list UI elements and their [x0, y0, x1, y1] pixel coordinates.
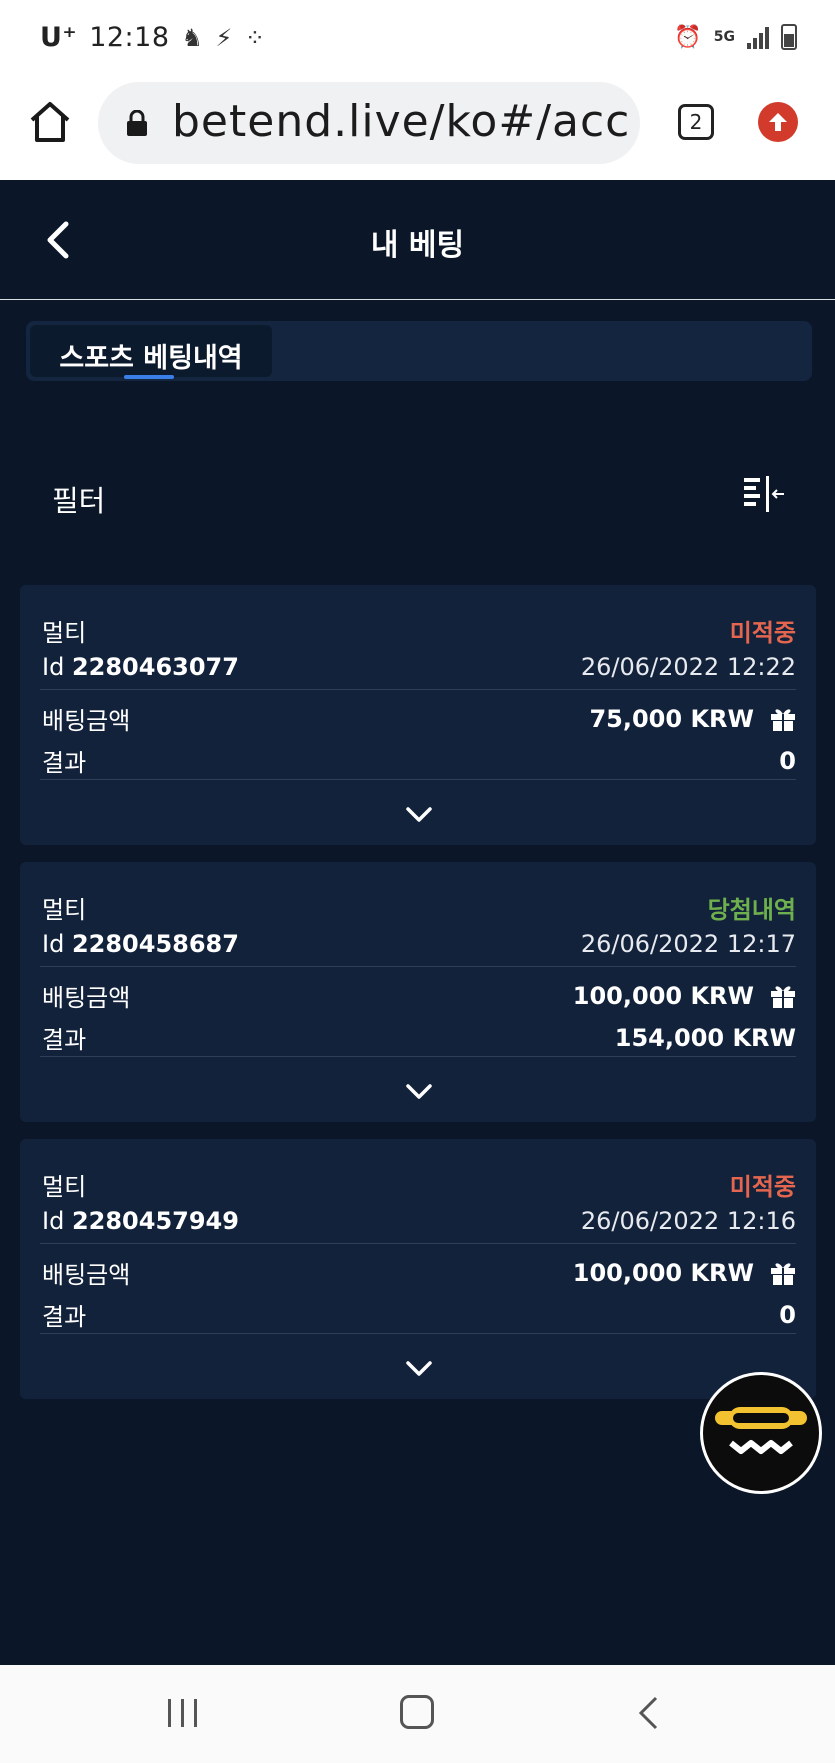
alarm-icon: ⏰: [674, 24, 702, 50]
chat-support-button[interactable]: [700, 1372, 822, 1494]
signal-icon: [747, 25, 769, 49]
bet-amount: 100,000 KRW: [573, 1259, 796, 1287]
bet-card: 멀티 미적중 Id 2280457949 26/06/2022 12:16 배팅…: [20, 1139, 816, 1399]
home-icon[interactable]: [26, 98, 74, 146]
bet-id: Id 2280458687: [42, 930, 239, 958]
bet-amount: 75,000 KRW: [589, 705, 796, 733]
carrier-label: U⁺: [40, 22, 78, 53]
bet-id: Id 2280463077: [42, 653, 239, 681]
filter-label: 필터: [52, 484, 106, 518]
tab-label: 스포츠 베팅내역: [59, 343, 243, 374]
system-nav-bar: [0, 1665, 835, 1763]
chevron-down-icon[interactable]: [404, 1082, 434, 1102]
bet-result-label: 결과: [42, 749, 87, 777]
tab-active-indicator: [124, 375, 174, 379]
divider: [40, 689, 796, 690]
divider: [40, 1243, 796, 1244]
bet-status-badge: 미적중: [729, 619, 796, 647]
bet-amount: 100,000 KRW: [573, 982, 796, 1010]
chat-support-icon: [715, 1407, 807, 1454]
bet-result: 0: [779, 746, 796, 775]
network-type: 5G: [713, 29, 735, 45]
address-bar[interactable]: betend.live/ko#/acc: [98, 82, 640, 164]
notification-icon: ♞: [181, 23, 204, 52]
back-nav-icon[interactable]: [636, 1695, 660, 1731]
bet-amount-label: 배팅금액: [42, 984, 131, 1012]
divider: [40, 779, 796, 780]
notification-icon: ⁘: [244, 23, 266, 52]
bet-type: 멀티: [42, 896, 87, 924]
divider: [40, 1056, 796, 1057]
bet-result: 0: [779, 1300, 796, 1329]
bet-card: 멀티 당첨내역 Id 2280458687 26/06/2022 12:17 배…: [20, 862, 816, 1122]
bet-result-label: 결과: [42, 1303, 87, 1331]
bet-datetime: 26/06/2022 12:16: [580, 1207, 796, 1235]
chevron-down-icon[interactable]: [404, 805, 434, 825]
bet-status-badge: 당첨내역: [707, 896, 796, 924]
bet-datetime: 26/06/2022 12:22: [580, 653, 796, 681]
bet-card: 멀티 미적중 Id 2280463077 26/06/2022 12:22 배팅…: [20, 585, 816, 845]
gift-icon[interactable]: [770, 706, 796, 732]
bet-result-label: 결과: [42, 1026, 87, 1054]
gift-icon[interactable]: [770, 1260, 796, 1286]
bet-amount-label: 배팅금액: [42, 707, 131, 735]
bet-result: 154,000 KRW: [614, 1023, 796, 1052]
browser-toolbar: betend.live/ko#/acc 2: [0, 76, 835, 180]
home-nav-icon[interactable]: [400, 1695, 434, 1729]
tab-sports-bet-history[interactable]: 스포츠 베팅내역: [30, 325, 272, 379]
bet-id: Id 2280457949: [42, 1207, 239, 1235]
tab-switcher-button[interactable]: 2: [678, 104, 714, 140]
status-bar: U⁺ 12:18 ♞ ⚡ ⁘ ⏰ 5G: [0, 0, 835, 76]
update-icon[interactable]: [758, 102, 798, 142]
app-header: 내 베팅: [0, 180, 835, 300]
tab-bar: 스포츠 베팅내역: [26, 321, 812, 381]
battery-icon: [781, 24, 797, 50]
gift-icon[interactable]: [770, 983, 796, 1009]
notification-icon: ⚡: [215, 23, 233, 52]
bet-datetime: 26/06/2022 12:17: [580, 930, 796, 958]
bet-status-badge: 미적중: [729, 1173, 796, 1201]
recent-apps-icon[interactable]: [166, 1697, 200, 1729]
bet-amount-label: 배팅금액: [42, 1261, 131, 1289]
bet-type: 멀티: [42, 619, 87, 647]
chevron-down-icon[interactable]: [404, 1359, 434, 1379]
bet-type: 멀티: [42, 1173, 87, 1201]
filter-collapse-icon[interactable]: [742, 474, 786, 514]
clock: 12:18: [89, 22, 170, 53]
url-text: betend.live/ko#/acc: [172, 96, 631, 147]
divider: [40, 966, 796, 967]
divider: [40, 1333, 796, 1334]
lock-icon: [127, 110, 147, 136]
page-title: 내 베팅: [370, 228, 465, 263]
